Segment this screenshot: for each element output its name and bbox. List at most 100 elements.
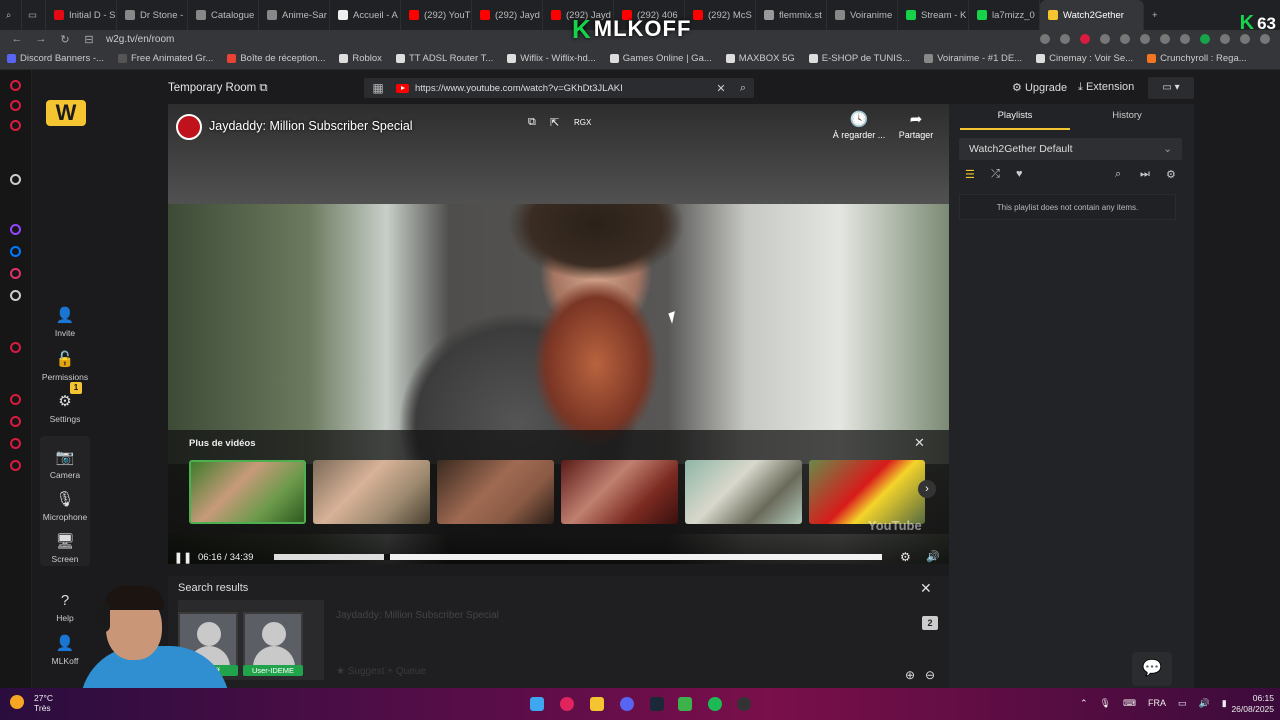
screen-button[interactable]: 🖥 Screen [32, 532, 98, 564]
zoom-in-icon[interactable]: ⊕ [905, 668, 915, 682]
w2g-logo[interactable]: W [46, 100, 86, 126]
url-field[interactable]: w2g.tv/en/room [106, 34, 174, 45]
bookmark-item[interactable]: Crunchyroll : Rega... [1140, 53, 1254, 64]
site-info-icon[interactable]: ⊟ [82, 33, 96, 46]
browser-tab[interactable]: Initial D - S [46, 0, 117, 30]
tab-watch2gether[interactable]: Watch2Gether [1040, 0, 1144, 30]
extension-icon[interactable] [1180, 34, 1190, 44]
bookmark-star-icon[interactable] [1120, 34, 1130, 44]
bookmark-item[interactable]: Roblox [332, 53, 389, 64]
browser-tab[interactable]: (292) YouT [401, 0, 472, 30]
chevron-up-icon[interactable]: ⌃ [1080, 698, 1088, 709]
tab-history[interactable]: History [1072, 110, 1182, 121]
discord-icon[interactable] [620, 697, 634, 711]
sidebar-app-icon[interactable] [10, 100, 21, 111]
browser-tab[interactable]: (292) McS [685, 0, 756, 30]
close-icon[interactable]: ✕ [914, 435, 925, 451]
search-result-actions[interactable]: ★ Suggest + Queue [336, 666, 426, 677]
apps-grid-icon[interactable]: ▦ [364, 81, 392, 95]
reload-icon[interactable]: ↻ [58, 33, 72, 46]
bookmark-item[interactable]: E-SHOP de TUNIS... [802, 53, 917, 64]
playlist-select[interactable]: Watch2Gether Default ⌄ [959, 138, 1182, 160]
share-button[interactable]: ➦ Partager [890, 110, 942, 140]
channel-avatar[interactable] [176, 114, 202, 140]
upgrade-button[interactable]: ⚙ Upgrade [1012, 81, 1067, 94]
file-explorer-icon[interactable] [590, 697, 604, 711]
language-indicator[interactable]: FRA [1148, 698, 1166, 709]
sidebar-app-icon[interactable] [10, 394, 21, 405]
browser-tab[interactable]: flemmix.st [756, 0, 827, 30]
browser-tab[interactable]: Accueil - A [330, 0, 401, 30]
settings-button[interactable]: ⚙ Settings [32, 392, 98, 424]
tab-playlists[interactable]: Playlists [960, 110, 1070, 130]
gear-icon[interactable]: ⚙ [1166, 168, 1176, 181]
browser-tab[interactable]: Dr Stone - [117, 0, 188, 30]
video-title[interactable]: Jaydaddy: Million Subscriber Special [209, 119, 413, 133]
invite-button[interactable]: 👤 Invite [32, 306, 98, 338]
chevron-right-icon[interactable]: › [918, 480, 936, 498]
bookmark-item[interactable]: Cinemay : Voir Se... [1029, 53, 1140, 64]
taskbar-clock[interactable]: 06:15 26/08/2025 [1224, 693, 1274, 715]
sidebar-app-icon[interactable] [10, 174, 21, 185]
player-settings-icon[interactable]: ⚙ [900, 550, 911, 564]
permissions-button[interactable]: 🔓 Permissions [32, 350, 98, 382]
extension-icon[interactable] [1240, 34, 1250, 44]
back-arrow-icon[interactable]: ← [10, 33, 24, 45]
shuffle-icon[interactable]: ⤮ [991, 168, 1000, 181]
user-tile[interactable] [243, 612, 303, 674]
microphone-button[interactable]: 🎙 Microphone [32, 490, 98, 522]
weather-widget[interactable]: 27°C Très [10, 693, 53, 713]
bookmark-item[interactable]: Boîte de réception... [220, 53, 332, 64]
video-thumbnail[interactable] [809, 460, 925, 524]
bookmark-item[interactable]: Discord Banners -... [0, 53, 111, 64]
volume-icon[interactable]: 🔊 [926, 550, 940, 563]
video-thumbnail[interactable] [189, 460, 306, 524]
sidebar-app-icon[interactable] [10, 438, 21, 449]
search-icon[interactable]: ⌕ [1115, 168, 1121, 181]
menu-dots-icon[interactable] [1260, 34, 1270, 44]
browser-tab[interactable]: Stream - K [898, 0, 969, 30]
language-dropdown[interactable]: ▭ ▾ [1148, 77, 1194, 99]
skip-next-icon[interactable]: ⏭ [1140, 168, 1150, 181]
obs-icon[interactable] [737, 697, 751, 711]
profile-icon[interactable] [1200, 34, 1210, 44]
sidebar-app-icon[interactable] [10, 120, 21, 131]
sidebar-app-icon[interactable] [10, 80, 21, 91]
copy-icon[interactable]: ⧉ [259, 82, 267, 94]
youtube-watermark[interactable]: YouTube [868, 518, 922, 533]
start-windows-icon[interactable] [530, 697, 544, 711]
forward-arrow-icon[interactable]: → [34, 33, 48, 45]
x-icon[interactable] [10, 290, 21, 301]
heart-icon[interactable]: ♥ [1016, 168, 1023, 180]
popout-icon[interactable]: ⇱ [550, 116, 559, 129]
video-thumbnail[interactable] [561, 460, 678, 524]
chat-bubble-icon[interactable]: 💬 [1132, 652, 1172, 686]
seek-bar[interactable] [274, 554, 882, 560]
steam-icon[interactable] [650, 697, 664, 711]
list-icon[interactable]: ☰ [965, 168, 975, 181]
close-search-icon[interactable]: ✕ [920, 580, 932, 597]
instagram-icon[interactable] [10, 268, 21, 279]
bookmark-item[interactable]: Voiranime - #1 DE... [917, 53, 1029, 64]
extension-icon[interactable] [1060, 34, 1070, 44]
search-icon[interactable]: ⌕ [732, 82, 754, 95]
extension-icon[interactable] [1100, 34, 1110, 44]
sidebar-app-icon[interactable] [10, 342, 21, 353]
extension-icon[interactable] [1220, 34, 1230, 44]
video-player[interactable]: Jaydaddy: Million Subscriber Special ⧉ ⇱… [168, 104, 949, 564]
app-taskbar-icon[interactable] [678, 697, 692, 711]
tab-menu-icon[interactable]: ▭ [22, 0, 46, 30]
browser-taskbar-icon[interactable] [560, 697, 574, 711]
settings-gear-icon[interactable] [10, 460, 21, 471]
extension-icon[interactable] [1140, 34, 1150, 44]
extension-icon[interactable] [1080, 34, 1090, 44]
browser-tab[interactable]: Voiranime [827, 0, 898, 30]
spotify-icon[interactable] [708, 697, 722, 711]
search-result-title[interactable]: Jaydaddy: Million Subscriber Special [336, 610, 499, 621]
browser-tab[interactable]: Catalogue [188, 0, 259, 30]
miniplayer-icon[interactable]: ⧉ [528, 116, 536, 129]
video-thumbnail[interactable] [313, 460, 430, 524]
video-thumbnail[interactable] [437, 460, 554, 524]
bookmark-item[interactable]: Free Animated Gr... [111, 53, 220, 64]
extension-button[interactable]: ⤓ Extension [1078, 81, 1134, 94]
